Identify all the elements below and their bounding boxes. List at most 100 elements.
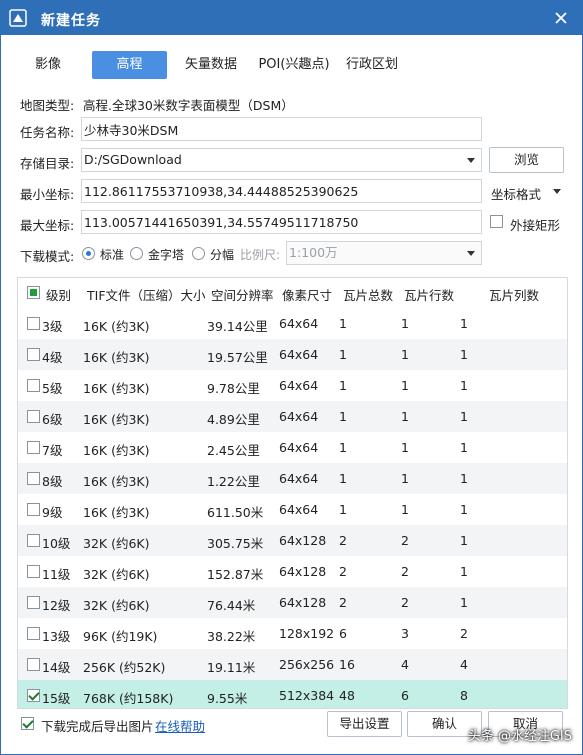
coord-format-dropdown[interactable]: 坐标格式	[491, 184, 541, 203]
min-coord-label: 最小坐标:	[20, 187, 75, 202]
row-checkbox[interactable]	[27, 379, 40, 392]
cell-tile-rows: 2	[401, 595, 409, 610]
cell-tile-total: 1	[339, 409, 347, 424]
row-checkbox[interactable]	[27, 503, 40, 516]
scale-value: 1:100万	[289, 245, 338, 260]
cell-level: 6级	[42, 412, 63, 427]
export-settings-button[interactable]: 导出设置	[327, 711, 402, 737]
cell-tile-rows: 2	[401, 564, 409, 579]
row-checkbox[interactable]	[27, 410, 40, 423]
cell-level: 9级	[42, 505, 63, 520]
table-row[interactable]: 5级 16K (约3K) 9.78公里 64x64 1 1 1	[18, 370, 567, 401]
cell-tile-cols: 1	[460, 595, 468, 610]
cell-resolution: 611.50米	[207, 505, 264, 520]
cell-level: 3级	[42, 319, 63, 334]
cell-pixel-size: 64x128	[279, 564, 327, 579]
table-row[interactable]: 6级 16K (约3K) 4.89公里 64x64 1 1 1	[18, 401, 567, 432]
table-row[interactable]: 12级 32K (约6K) 76.44米 64x128 2 2 1	[18, 587, 567, 618]
browse-button[interactable]: 浏览	[489, 147, 564, 173]
col-header-pixel-size[interactable]: 像素尺寸	[282, 285, 332, 304]
table-row[interactable]: 10级 32K (约6K) 305.75米 64x128 2 2 1	[18, 525, 567, 556]
cell-resolution: 38.22米	[207, 629, 256, 644]
cell-tile-cols: 1	[460, 378, 468, 393]
row-checkbox[interactable]	[27, 689, 40, 702]
cell-size: 16K (约3K)	[83, 443, 150, 458]
table-row[interactable]: 9级 16K (约3K) 611.50米 64x64 1 1 1	[18, 494, 567, 525]
row-checkbox[interactable]	[27, 627, 40, 640]
cell-level: 14级	[42, 660, 71, 675]
cell-resolution: 305.75米	[207, 536, 264, 551]
cell-tile-rows: 1	[401, 378, 409, 393]
row-checkbox[interactable]	[27, 565, 40, 578]
table-row[interactable]: 8级 16K (约3K) 1.22公里 64x64 1 1 1	[18, 463, 567, 494]
cell-tile-cols: 1	[460, 440, 468, 455]
col-header-tile-total[interactable]: 瓦片总数	[343, 285, 393, 304]
cell-resolution: 9.55米	[207, 691, 248, 706]
category-tabs: 影像 高程 矢量数据 POI(兴趣点) 行政区划	[1, 51, 582, 81]
cell-tile-cols: 1	[460, 409, 468, 424]
tab-vector[interactable]: 矢量数据	[181, 51, 241, 79]
cell-resolution: 1.22公里	[207, 474, 260, 489]
cell-tile-cols: 1	[460, 533, 468, 548]
cell-level: 5级	[42, 381, 63, 396]
table-row[interactable]: 4级 16K (约3K) 19.57公里 64x64 1 1 1	[18, 339, 567, 370]
cell-pixel-size: 64x64	[279, 409, 319, 424]
row-checkbox[interactable]	[27, 317, 40, 330]
table-row[interactable]: 14级 256K (约52K) 19.11米 256x256 16 4 4	[18, 649, 567, 680]
col-header-resolution[interactable]: 空间分辨率	[211, 285, 274, 304]
cell-tile-cols: 8	[460, 688, 468, 703]
row-checkbox[interactable]	[27, 596, 40, 609]
max-coord-input[interactable]	[81, 210, 482, 234]
table-row[interactable]: 3级 16K (约3K) 39.14公里 64x64 1 1 1	[18, 308, 567, 339]
export-after-label: 下载完成后导出图片	[41, 719, 154, 734]
col-header-size[interactable]: TIF文件（压缩）大小	[87, 285, 206, 304]
export-after-checkbox[interactable]	[21, 717, 34, 730]
table-row[interactable]: 11级 32K (约6K) 152.87米 64x128 2 2 1	[18, 556, 567, 587]
chevron-down-icon	[467, 158, 475, 163]
bbox-label: 外接矩形	[510, 218, 561, 233]
cell-resolution: 152.87米	[207, 567, 264, 582]
row-checkbox[interactable]	[27, 658, 40, 671]
cell-tile-rows: 6	[401, 688, 409, 703]
bbox-checkbox[interactable]	[490, 215, 503, 228]
cell-level: 11级	[42, 567, 71, 582]
mode-standard-radio[interactable]	[82, 247, 95, 260]
chevron-down-icon[interactable]	[553, 189, 561, 194]
mode-split-radio[interactable]	[192, 247, 205, 260]
close-icon[interactable]	[550, 7, 572, 29]
row-checkbox[interactable]	[27, 472, 40, 485]
table-row[interactable]: 13级 96K (约19K) 38.22米 128x192 6 3 2	[18, 618, 567, 649]
row-checkbox[interactable]	[27, 348, 40, 361]
cell-pixel-size: 64x64	[279, 471, 319, 486]
cell-tile-cols: 4	[460, 657, 468, 672]
cell-pixel-size: 64x64	[279, 440, 319, 455]
tab-poi[interactable]: POI(兴趣点)	[254, 51, 334, 79]
title-bar[interactable]: 新建任务	[1, 1, 582, 35]
scale-select[interactable]: 1:100万	[286, 241, 482, 265]
cell-tile-rows: 2	[401, 533, 409, 548]
cell-resolution: 9.78公里	[207, 381, 260, 396]
row-checkbox[interactable]	[27, 534, 40, 547]
online-help-link[interactable]: 在线帮助	[155, 716, 205, 735]
mode-pyramid-radio[interactable]	[130, 247, 143, 260]
tab-elevation[interactable]: 高程	[92, 51, 167, 79]
select-all-checkbox[interactable]	[27, 286, 40, 299]
table-row[interactable]: 7级 16K (约3K) 2.45公里 64x64 1 1 1	[18, 432, 567, 463]
cell-size: 16K (约3K)	[83, 350, 150, 365]
cell-resolution: 19.57公里	[207, 350, 268, 365]
cell-level: 10级	[42, 536, 71, 551]
cell-tile-total: 2	[339, 564, 347, 579]
col-header-tile-rows[interactable]: 瓦片行数	[404, 285, 454, 304]
cell-tile-cols: 1	[460, 564, 468, 579]
storage-dir-select[interactable]: D:/SGDownload	[81, 148, 482, 172]
col-header-level[interactable]: 级别	[46, 285, 71, 304]
col-header-tile-cols[interactable]: 瓦片列数	[489, 285, 539, 304]
row-checkbox[interactable]	[27, 441, 40, 454]
table-row[interactable]: 15级 768K (约158K) 9.55米 512x384 48 6 8	[18, 680, 567, 708]
tab-imagery[interactable]: 影像	[23, 51, 73, 79]
task-name-input[interactable]	[81, 117, 482, 141]
tab-admin-division[interactable]: 行政区划	[342, 51, 402, 79]
cell-tile-cols: 1	[460, 502, 468, 517]
min-coord-input[interactable]	[81, 179, 482, 203]
map-type-value: 高程.全球30米数字表面模型（DSM）	[83, 98, 294, 113]
